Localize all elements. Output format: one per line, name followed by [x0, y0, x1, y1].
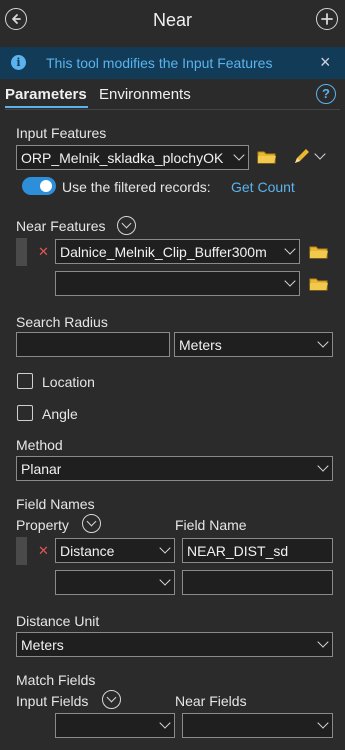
help-icon[interactable]: ?: [316, 84, 336, 104]
get-count-link[interactable]: Get Count: [231, 179, 295, 195]
input-features-value: ORP_Melnik_skladka_plochyOK: [21, 150, 224, 166]
input-fields-header: Input Fields: [16, 693, 89, 709]
property-header: Property: [16, 517, 69, 533]
field-name-input[interactable]: NEAR_DIST_sd: [182, 538, 333, 563]
info-icon: i: [11, 55, 26, 70]
chevron-down-icon[interactable]: [314, 148, 326, 160]
input-fields-dropdown[interactable]: [55, 713, 175, 738]
tool-header: Near: [0, 0, 345, 42]
distance-unit-label: Distance Unit: [16, 613, 100, 629]
field-name-value: NEAR_DIST_sd: [187, 543, 289, 559]
folder-icon[interactable]: [257, 150, 277, 164]
near-fields-header: Near Fields: [175, 693, 247, 709]
chevron-down-icon: [159, 542, 171, 554]
chevron-down-icon: [317, 636, 329, 648]
filtered-records-label: Use the filtered records:: [62, 179, 211, 195]
chevron-down-icon: [159, 574, 171, 586]
input-features-label: Input Features: [16, 125, 107, 141]
property-value: Distance: [60, 543, 115, 559]
near-features-label: Near Features: [16, 218, 106, 234]
folder-icon[interactable]: [309, 245, 329, 259]
folder-icon[interactable]: [309, 277, 329, 291]
angle-checkbox[interactable]: [17, 405, 33, 421]
chevron-down-icon: [317, 460, 329, 472]
input-features-dropdown[interactable]: ORP_Melnik_skladka_plochyOK: [16, 145, 249, 170]
chevron-down-icon: [159, 717, 171, 729]
method-label: Method: [16, 437, 63, 453]
location-checkbox[interactable]: [17, 373, 33, 389]
tool-title: Near: [152, 10, 192, 30]
method-value: Planar: [21, 461, 62, 477]
row-gripper[interactable]: [16, 238, 27, 266]
chevron-down-icon: [284, 243, 296, 255]
chevron-down-icon: [317, 336, 329, 348]
field-name-input-empty[interactable]: [182, 570, 333, 595]
near-features-dropdown-empty[interactable]: [55, 271, 300, 296]
tab-environments[interactable]: Environments: [99, 86, 191, 103]
info-banner: i This tool modifies the Input Features …: [0, 47, 345, 79]
expand-chevron-icon[interactable]: [82, 514, 101, 533]
angle-label: Angle: [42, 406, 78, 422]
banner-text: This tool modifies the Input Features: [46, 55, 273, 71]
add-icon[interactable]: [316, 8, 338, 30]
distance-unit-dropdown[interactable]: Meters: [16, 632, 333, 657]
property-dropdown-empty[interactable]: [55, 570, 175, 595]
location-label: Location: [42, 374, 95, 390]
property-dropdown[interactable]: Distance: [55, 538, 175, 563]
close-icon[interactable]: ×: [320, 52, 331, 73]
chevron-down-icon: [233, 149, 245, 161]
search-radius-label: Search Radius: [16, 314, 108, 330]
chevron-down-icon: [317, 717, 329, 729]
delete-row-icon[interactable]: ✕: [38, 543, 49, 559]
active-tab-indicator: [5, 106, 88, 108]
expand-chevron-icon[interactable]: [117, 216, 136, 235]
tab-parameters[interactable]: Parameters: [5, 86, 87, 103]
pencil-icon[interactable]: [292, 148, 312, 166]
delete-row-icon[interactable]: ✕: [38, 244, 49, 260]
expand-chevron-icon[interactable]: [102, 690, 121, 709]
near-features-value: Dalnice_Melnik_Clip_Buffer300m: [60, 244, 267, 260]
field-name-header: Field Name: [175, 517, 247, 533]
near-features-dropdown[interactable]: Dalnice_Melnik_Clip_Buffer300m: [55, 239, 300, 264]
filtered-records-toggle[interactable]: [22, 177, 56, 195]
tab-divider: [5, 109, 340, 110]
search-radius-unit-dropdown[interactable]: Meters: [174, 332, 333, 357]
search-radius-input[interactable]: [16, 332, 170, 357]
field-names-label: Field Names: [16, 496, 95, 512]
near-fields-dropdown[interactable]: [182, 713, 333, 738]
distance-unit-value: Meters: [21, 637, 64, 653]
row-gripper[interactable]: [16, 537, 27, 565]
method-dropdown[interactable]: Planar: [16, 456, 333, 481]
search-radius-unit-value: Meters: [179, 337, 222, 353]
match-fields-label: Match Fields: [16, 672, 96, 688]
chevron-down-icon: [284, 275, 296, 287]
